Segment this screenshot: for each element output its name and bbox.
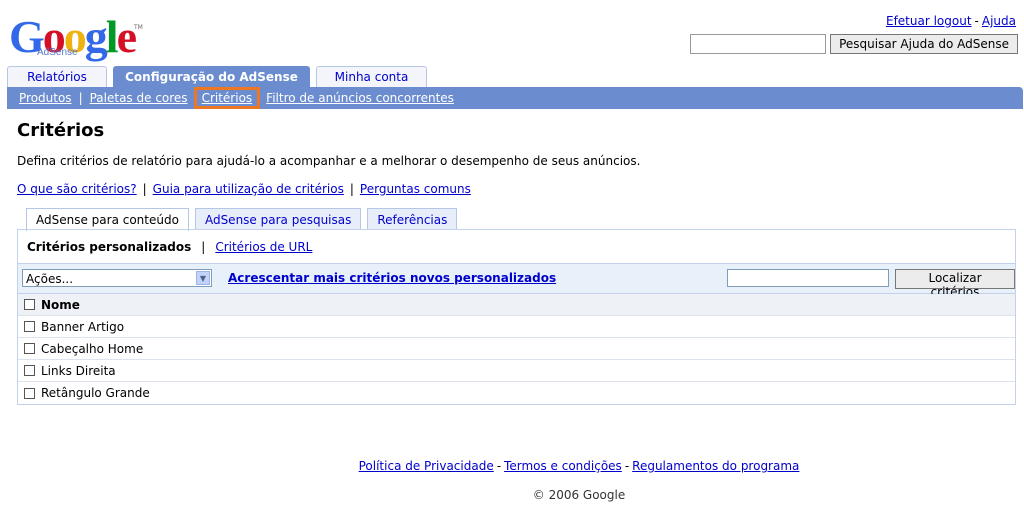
tab-adsense-content[interactable]: AdSense para conteúdo (26, 208, 189, 231)
faq-link[interactable]: Perguntas comuns (360, 182, 471, 196)
program-policies-link[interactable]: Regulamentos do programa (632, 459, 799, 473)
actions-select[interactable]: Ações... ▼ (22, 269, 212, 287)
help-search-button[interactable]: Pesquisar Ajuda do AdSense (830, 34, 1018, 54)
help-search-input[interactable] (690, 34, 827, 54)
help-links: O que são critérios? | Guia para utilizaçã… (17, 182, 471, 196)
table-header-row: Nome (18, 294, 1015, 316)
google-adsense-logo[interactable]: Google TM AdSense (9, 14, 143, 62)
channels-panel: Critérios personalizados | Critérios de UR… (17, 229, 1016, 405)
logout-link[interactable]: Efetuar logout (886, 14, 972, 28)
table-row: Links Direita (18, 360, 1015, 382)
logo-trademark: TM (134, 24, 143, 31)
separator: | (78, 91, 83, 105)
table-row: Banner Artigo (18, 316, 1015, 338)
channels-table: Nome Banner Artigo Cabeçalho Home Links … (18, 294, 1015, 404)
subnav-channels[interactable]: Critérios (193, 87, 261, 109)
channel-name: Retângulo Grande (41, 386, 150, 400)
url-channels-link[interactable]: Critérios de URL (215, 240, 312, 254)
page-title: Critérios (17, 120, 105, 141)
channel-name: Cabeçalho Home (41, 341, 144, 356)
subnav-products[interactable]: Produtos (14, 91, 77, 105)
separator: | (349, 182, 354, 196)
separator: - (624, 459, 630, 473)
page-description: Defina critérios de relatório para ajudá… (17, 154, 641, 168)
top-links: Efetuar logout - Ajuda (886, 14, 1016, 28)
row-checkbox[interactable] (24, 321, 35, 332)
find-channels-button[interactable]: Localizar critérios (895, 269, 1015, 299)
actions-bar: Ações... ▼ Acrescentar mais critérios no… (18, 263, 1015, 299)
row-checkbox[interactable] (24, 387, 35, 399)
subnav-competitive-ad-filter[interactable]: Filtro de anúncios concorrentes (261, 91, 459, 105)
setup-subnav: Produtos | Paletas de cores Critérios Fi… (7, 87, 1023, 109)
footer-links: Política de Privacidade - Termos e condiçõ… (0, 459, 1024, 473)
chevron-down-icon[interactable]: ▼ (196, 271, 210, 285)
what-are-channels-link[interactable]: O que são critérios? (17, 182, 137, 196)
product-tabs: AdSense para conteúdo AdSense para pesqu… (26, 208, 458, 231)
separator: | (201, 240, 206, 254)
subnav-color-palettes[interactable]: Paletas de cores (85, 91, 193, 105)
select-all-checkbox[interactable] (24, 299, 35, 310)
separator: - (496, 459, 502, 473)
tab-adsense-setup[interactable]: Configuração do AdSense (113, 66, 310, 87)
row-checkbox[interactable] (24, 343, 35, 354)
logo-subtitle: AdSense (37, 47, 78, 58)
tab-referrals[interactable]: Referências (367, 208, 458, 230)
separator: - (974, 14, 979, 28)
separator: | (142, 182, 147, 196)
channel-name: Links Direita (41, 363, 116, 378)
channels-guide-link[interactable]: Guia para utilização de critérios (153, 182, 344, 196)
privacy-policy-link[interactable]: Política de Privacidade (359, 459, 494, 473)
tab-my-account[interactable]: Minha conta (316, 66, 427, 87)
table-row: Retângulo Grande (18, 382, 1015, 404)
copyright: © 2006 Google (532, 488, 626, 502)
main-tabs: Relatórios Configuração do AdSense Minha… (7, 66, 427, 87)
custom-channels-label: Critérios personalizados (27, 240, 192, 254)
row-checkbox[interactable] (24, 365, 35, 376)
table-row: Cabeçalho Home (18, 338, 1015, 360)
channel-type-nav: Critérios personalizados | Critérios de UR… (27, 240, 312, 254)
add-custom-channels-link[interactable]: Acrescentar mais critérios novos persona… (228, 271, 556, 285)
channel-name: Banner Artigo (41, 319, 125, 334)
tab-adsense-search[interactable]: AdSense para pesquisas (194, 208, 362, 230)
column-header-name: Nome (41, 297, 80, 312)
help-search: Pesquisar Ajuda do AdSense (690, 34, 1018, 54)
tab-reports[interactable]: Relatórios (7, 66, 107, 87)
help-link[interactable]: Ajuda (982, 14, 1016, 28)
terms-link[interactable]: Termos e condições (504, 459, 622, 473)
find-channels-input[interactable] (727, 269, 889, 287)
actions-select-value: Ações... (26, 272, 74, 286)
